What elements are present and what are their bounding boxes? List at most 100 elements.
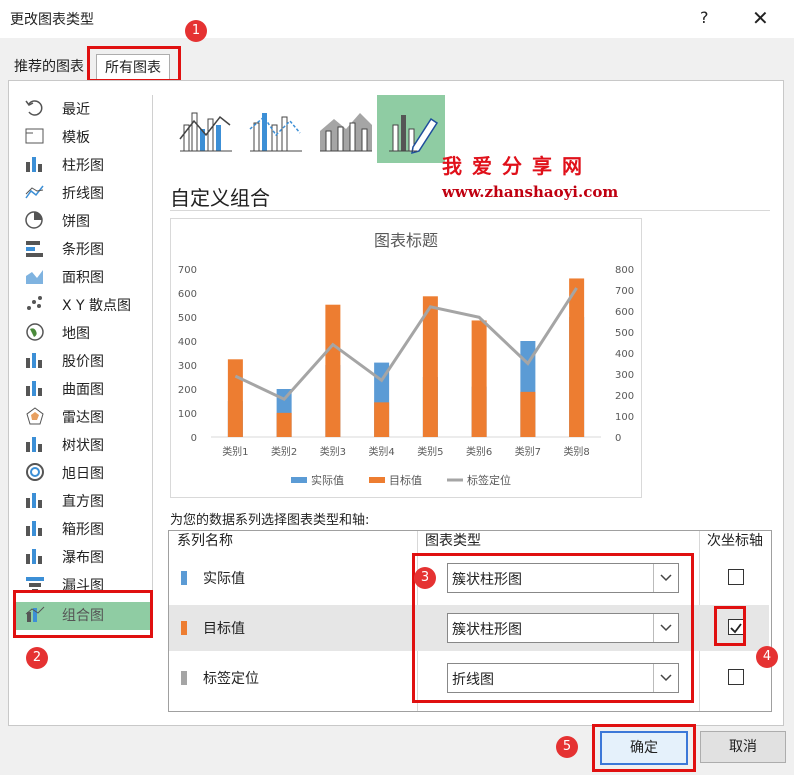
y2-tick-label: 700: [615, 286, 634, 297]
y-tick-label: 300: [178, 361, 197, 372]
sidebar-item[interactable]: 股价图: [14, 348, 150, 372]
chart-category-list: 最近模板柱形图折线图饼图条形图面积图 X Y 散点图 地图股价图曲面图雷达图树状图旭…: [14, 90, 154, 650]
clustered-column-line-secondary-icon[interactable]: [242, 95, 310, 163]
sidebar-item[interactable]: 最近: [14, 96, 150, 120]
series-name: 目标值: [203, 621, 245, 637]
sidebar-item[interactable]: 柱形图: [14, 152, 150, 176]
sidebar-item[interactable]: 面积图: [14, 264, 150, 288]
sidebar-item-label: 树状图: [62, 438, 104, 454]
sidebar-item[interactable]: 直方图: [14, 488, 150, 512]
step-badge-5: 5: [556, 736, 578, 758]
sidebar-item[interactable]: 瀑布图: [14, 544, 150, 568]
series-name: 标签定位: [203, 671, 259, 687]
chart-preview: 图表标题 0 100 200 300 400 500 600 700 0 100 200 300 400 5…: [170, 218, 642, 498]
bar-target: [276, 412, 292, 437]
close-button[interactable]: ✕: [752, 6, 769, 30]
sidebar-item[interactable]: 地图: [14, 320, 150, 344]
y2-tick-label: 400: [615, 349, 634, 360]
bar-target: [520, 391, 536, 437]
sidebar-item-label: 柱形图: [62, 158, 104, 174]
sidebar-item-label: 瀑布图: [62, 550, 104, 566]
bar-target: [227, 359, 243, 437]
y2-tick-label: 300: [615, 370, 634, 381]
x-tick-label: 类别3: [320, 445, 346, 458]
sidebar-item[interactable]: 旭日图: [14, 460, 150, 484]
bar-target: [325, 304, 341, 437]
stock-chart-icon: [24, 350, 46, 370]
highlight-ok: [592, 724, 696, 772]
x-tick-label: 类别5: [417, 445, 443, 458]
stacked-area-column-icon[interactable]: [312, 95, 380, 163]
sidebar-item[interactable]: 饼图: [14, 208, 150, 232]
watermark-url: www.zhanshaoyi.com: [442, 183, 619, 201]
sidebar-item-label: 条形图: [62, 242, 104, 258]
custom-combination-icon[interactable]: [377, 95, 445, 163]
x-tick-label: 类别2: [271, 445, 297, 458]
sidebar-item-label: 地图: [62, 326, 90, 342]
sidebar-item[interactable]: 条形图: [14, 236, 150, 260]
cancel-button[interactable]: 取消: [700, 731, 786, 763]
recent-icon: [24, 98, 46, 118]
sidebar-item-label: 最近: [62, 102, 90, 118]
sidebar-item[interactable]: 箱形图: [14, 516, 150, 540]
pie-chart-icon: [24, 210, 46, 230]
sidebar-item[interactable]: 曲面图: [14, 376, 150, 400]
clustered-column-line-icon[interactable]: [172, 95, 240, 163]
treemap-chart-icon: [24, 434, 46, 454]
legend-swatch: [291, 477, 307, 483]
sidebar-item-label: X Y 散点图: [62, 298, 132, 314]
sidebar-item-label: 饼图: [62, 214, 90, 230]
step-badge-4: 4: [756, 646, 778, 668]
dialog-title: 更改图表类型: [10, 12, 94, 28]
area-chart-icon: [24, 266, 46, 286]
header-chart-type: 图表类型: [425, 533, 481, 549]
x-tick-label: 类别4: [368, 445, 394, 458]
section-title: 自定义组合: [170, 186, 270, 210]
sidebar-item-label: 旭日图: [62, 466, 104, 482]
legend-label: 标签定位: [467, 473, 511, 487]
sidebar-item-label: 箱形图: [62, 522, 104, 538]
secondary-axis-checkbox[interactable]: [728, 669, 744, 685]
sidebar-item[interactable]: 折线图: [14, 180, 150, 204]
y2-tick-label: 800: [615, 265, 634, 276]
sidebar-item[interactable]: X Y 散点图: [14, 292, 150, 316]
sidebar-item-label: 折线图: [62, 186, 104, 202]
y-tick-label: 200: [178, 385, 197, 396]
bar-target: [569, 278, 585, 437]
step-badge-3: 3: [414, 567, 436, 589]
step-badge-2: 2: [26, 647, 48, 669]
surface-chart-icon: [24, 378, 46, 398]
sidebar-item-label: 直方图: [62, 494, 104, 510]
y-tick-label: 400: [178, 337, 197, 348]
y2-tick-label: 0: [615, 433, 621, 444]
y-tick-label: 700: [178, 265, 197, 276]
y2-tick-label: 500: [615, 328, 634, 339]
sidebar-item-label: 面积图: [62, 270, 104, 286]
chart-title: 图表标题: [374, 231, 438, 250]
sidebar-item[interactable]: 雷达图: [14, 404, 150, 428]
scatter-chart-icon: [24, 294, 46, 314]
help-button[interactable]: ?: [700, 8, 709, 27]
legend-label: 目标值: [389, 473, 422, 487]
y-tick-label: 100: [178, 409, 197, 420]
sidebar-item-label: 曲面图: [62, 382, 104, 398]
highlight-chart-types: [412, 553, 694, 703]
series-name: 实际值: [203, 571, 245, 587]
series-instruction: 为您的数据系列选择图表类型和轴:: [170, 513, 370, 528]
bar-target: [471, 320, 487, 437]
secondary-axis-checkbox[interactable]: [728, 569, 744, 585]
y-tick-label: 500: [178, 313, 197, 324]
tab-recommended-charts[interactable]: 推荐的图表: [6, 54, 92, 80]
y2-tick-label: 600: [615, 307, 634, 318]
y2-tick-label: 200: [615, 391, 634, 402]
sidebar-item[interactable]: 模板: [14, 124, 150, 148]
legend-swatch: [369, 477, 385, 483]
series-color-swatch: [181, 621, 187, 635]
section-divider: [170, 210, 770, 211]
highlight-combo: [13, 590, 153, 638]
header-series-name: 系列名称: [177, 533, 233, 549]
sidebar-item[interactable]: 树状图: [14, 432, 150, 456]
y-tick-label: 0: [191, 433, 197, 444]
highlight-all-charts: [87, 46, 181, 82]
bar-target: [374, 402, 390, 437]
